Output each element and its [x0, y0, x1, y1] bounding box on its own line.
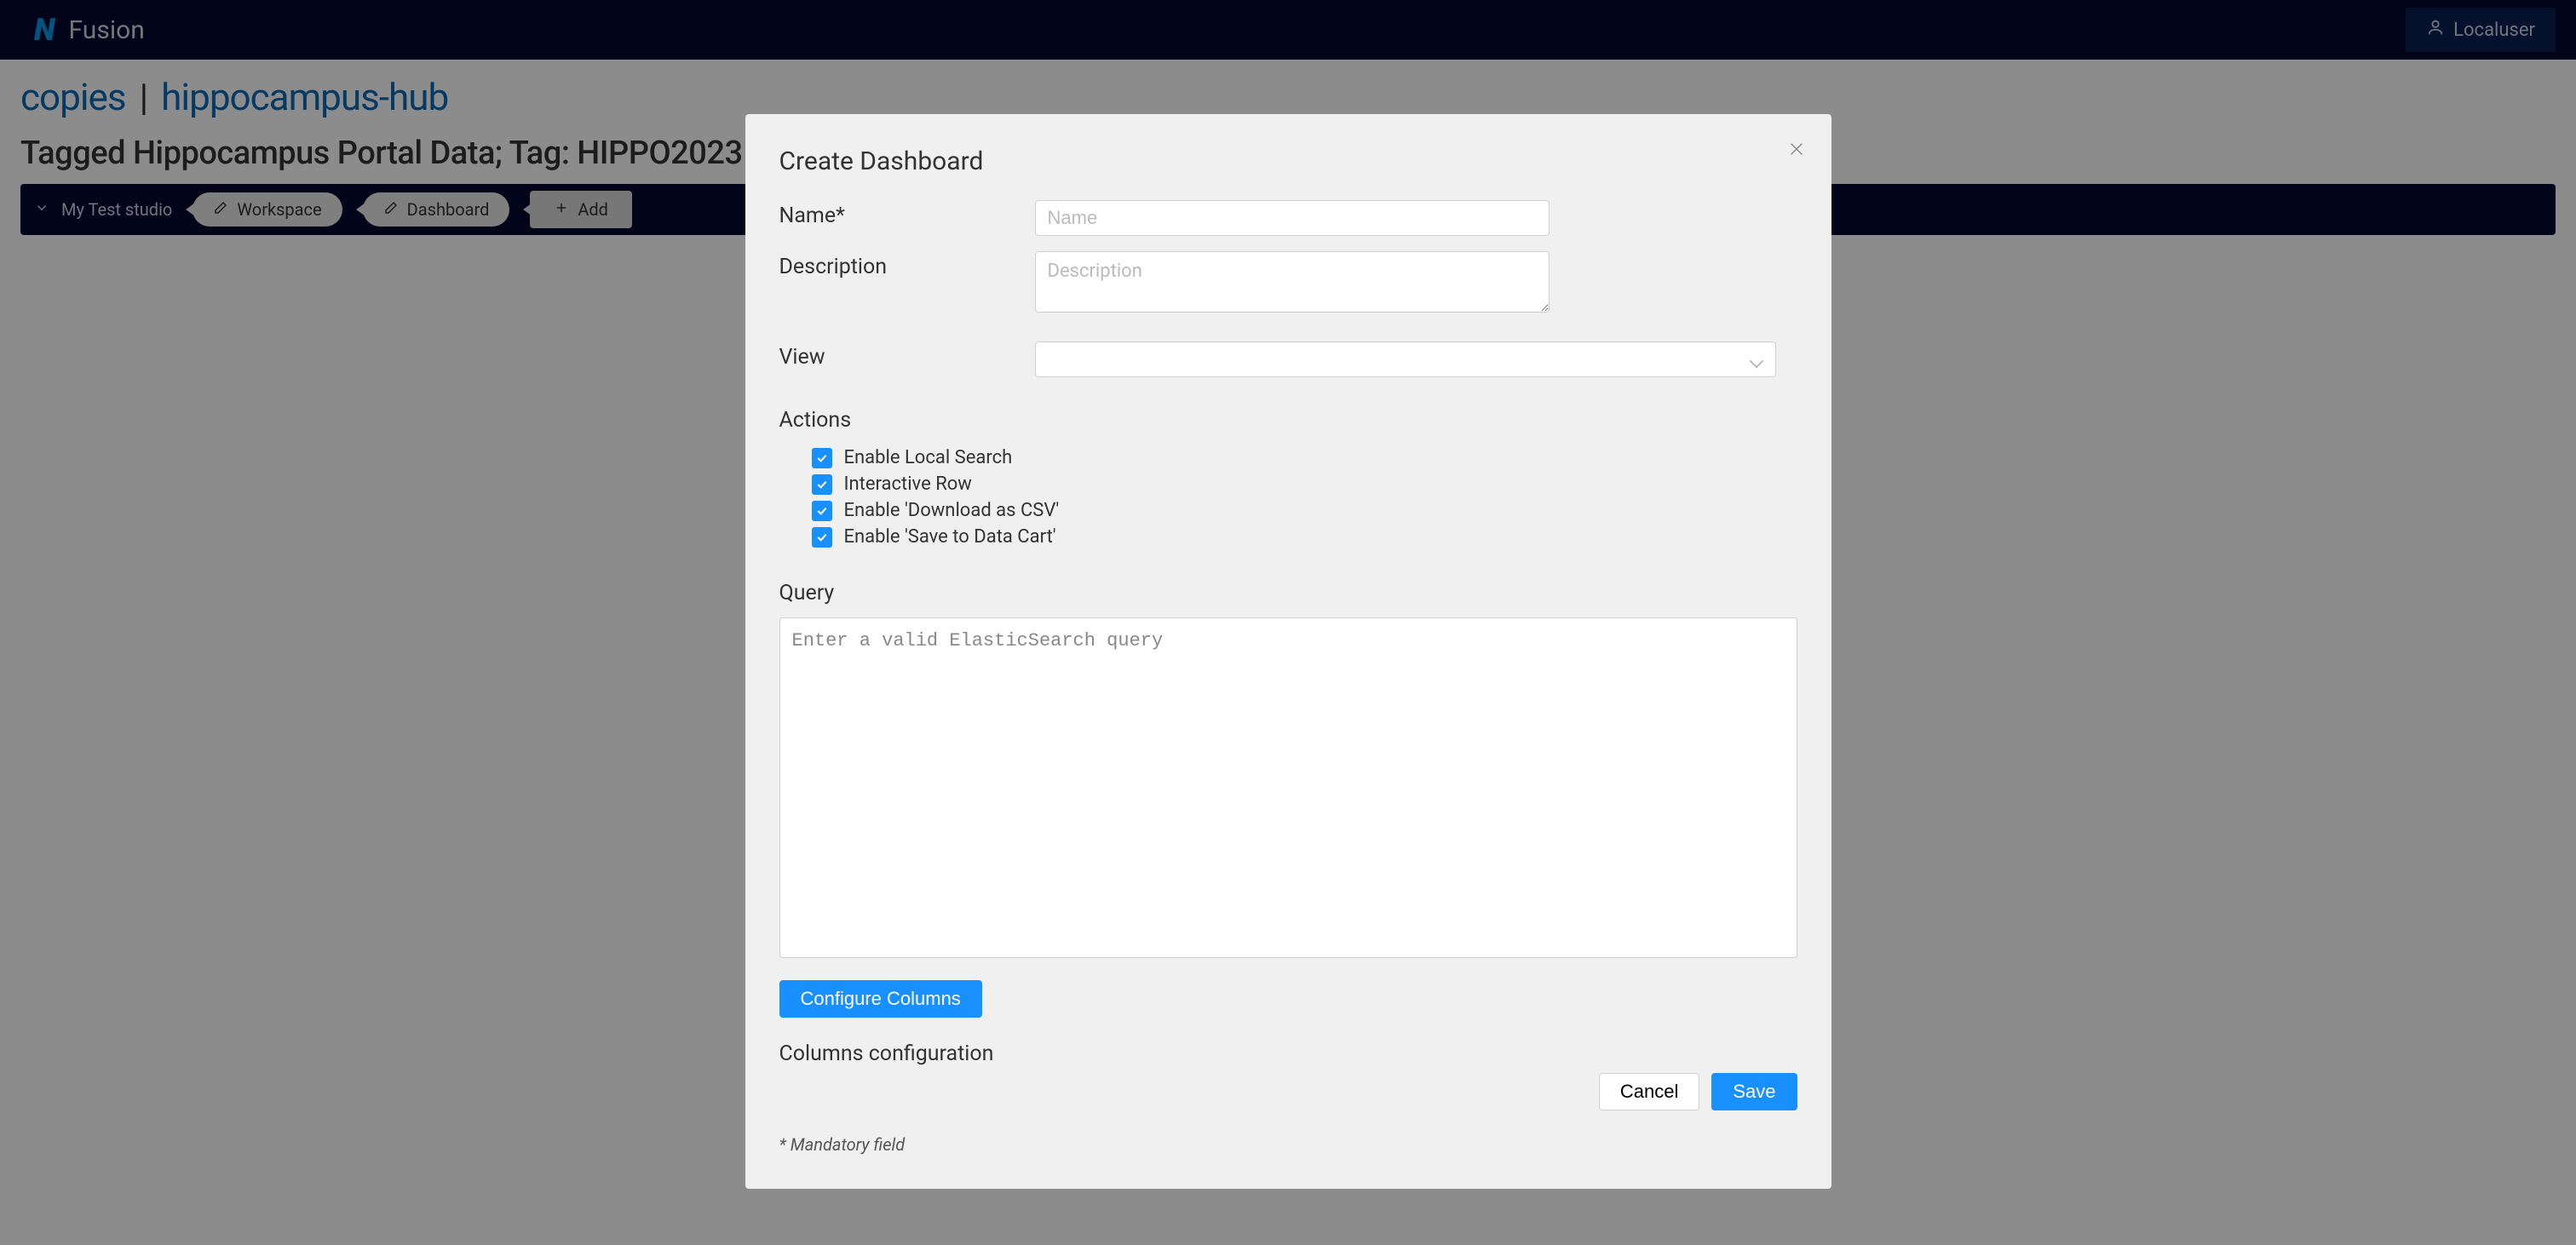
description-input[interactable]: [1035, 251, 1550, 313]
view-label: View: [779, 341, 1035, 377]
checkbox-download-csv[interactable]: Enable 'Download as CSV': [779, 497, 1797, 524]
modal-overlay: Create Dashboard Name* Description View …: [0, 0, 2576, 1245]
checkbox-icon: [812, 474, 832, 495]
checkbox-interactive-row[interactable]: Interactive Row: [779, 471, 1797, 497]
query-input[interactable]: [779, 617, 1797, 958]
view-select[interactable]: [1035, 341, 1776, 377]
checkbox-save-to-cart[interactable]: Enable 'Save to Data Cart': [779, 524, 1797, 550]
name-label: Name*: [779, 200, 1035, 236]
modal-title: Create Dashboard: [779, 146, 1797, 176]
name-input[interactable]: [1035, 200, 1550, 236]
checkbox-enable-local-search[interactable]: Enable Local Search: [779, 445, 1797, 471]
create-dashboard-modal: Create Dashboard Name* Description View …: [745, 114, 1831, 1189]
checkbox-label: Enable 'Download as CSV': [844, 500, 1060, 521]
checkbox-icon: [812, 501, 832, 521]
configure-columns-button[interactable]: Configure Columns: [779, 980, 982, 1018]
query-label: Query: [779, 581, 1797, 605]
description-label: Description: [779, 251, 1035, 316]
checkbox-label: Interactive Row: [844, 473, 972, 495]
actions-label: Actions: [779, 408, 1797, 433]
mandatory-note: * Mandatory field: [779, 1134, 1797, 1155]
close-button[interactable]: [1787, 140, 1806, 162]
checkbox-label: Enable 'Save to Data Cart': [844, 526, 1056, 548]
columns-config-label: Columns configuration: [779, 1041, 1797, 1066]
checkbox-icon: [812, 448, 832, 468]
save-button[interactable]: Save: [1711, 1073, 1797, 1110]
cancel-button[interactable]: Cancel: [1599, 1073, 1699, 1110]
checkbox-icon: [812, 527, 832, 548]
checkbox-label: Enable Local Search: [844, 447, 1013, 468]
